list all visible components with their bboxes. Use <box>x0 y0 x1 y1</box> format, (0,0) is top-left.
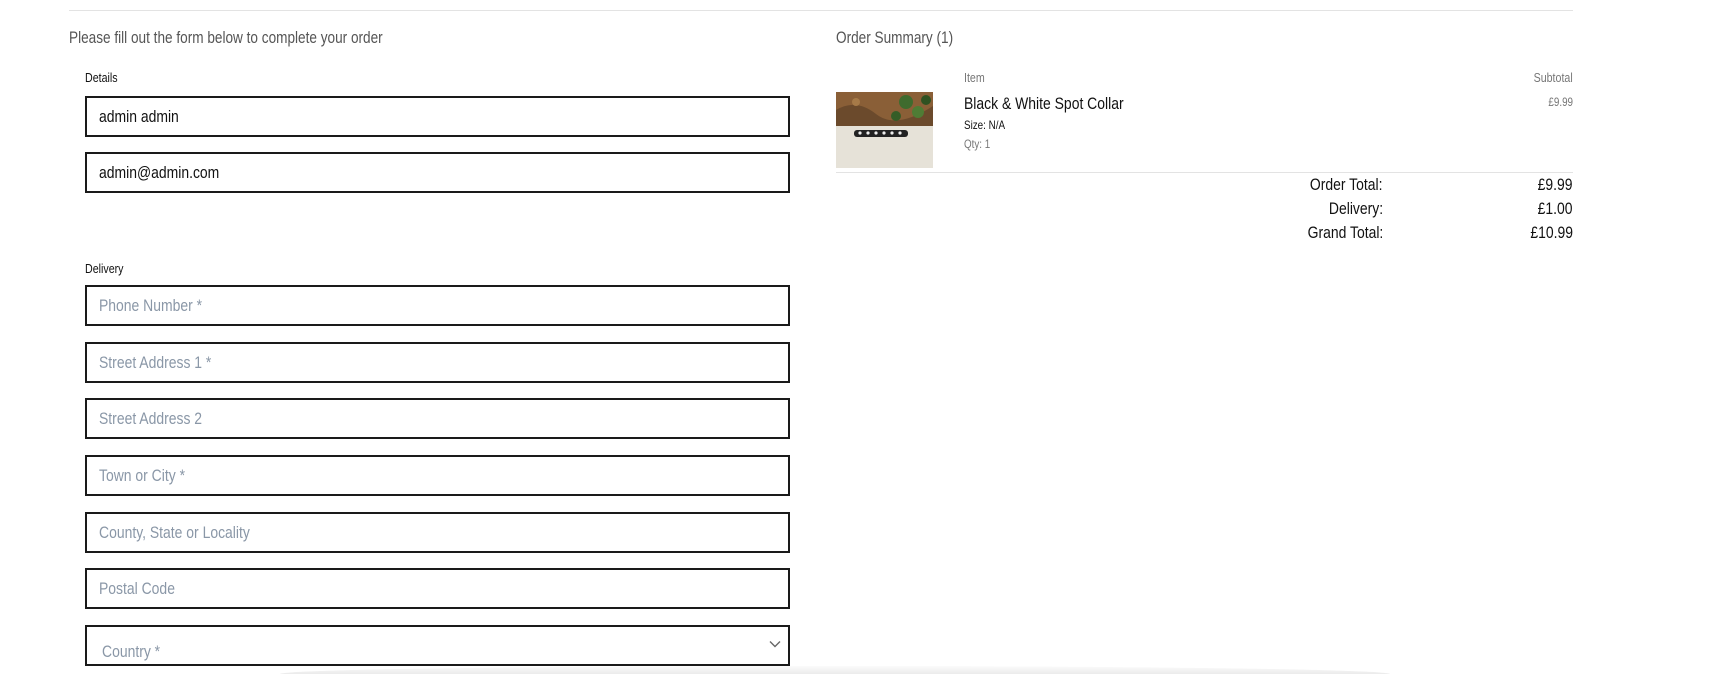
country-placeholder: Country * <box>102 642 161 661</box>
email-value: admin@admin.com <box>99 162 220 182</box>
town-city-placeholder: Town or City * <box>99 465 185 485</box>
postal-code-placeholder: Postal Code <box>99 578 175 598</box>
email-field[interactable]: admin@admin.com <box>85 152 790 193</box>
order-total-label: Order Total: <box>1310 175 1383 194</box>
delivery-label: Delivery <box>85 261 124 276</box>
item-name: Black & White Spot Collar <box>964 94 1124 113</box>
bottom-shadow <box>280 666 1390 674</box>
phone-number-placeholder: Phone Number * <box>99 295 203 315</box>
item-qty: Qty: 1 <box>964 137 991 151</box>
order-summary-title: Order Summary (1) <box>836 28 954 47</box>
county-field[interactable]: County, State or Locality <box>85 512 790 553</box>
item-size: Size: N/A <box>964 118 1006 132</box>
divider <box>69 10 1573 11</box>
grand-total-value: £10.99 <box>1530 223 1573 242</box>
delivery-cost-value: £1.00 <box>1538 199 1573 218</box>
item-subtotal: £9.99 <box>1548 95 1573 109</box>
phone-number-field[interactable]: Phone Number * <box>85 285 790 326</box>
form-intro: Please fill out the form below to comple… <box>69 28 383 47</box>
subtotal-column-header: Subtotal <box>1533 70 1573 85</box>
product-image[interactable] <box>836 92 933 168</box>
street-address-2-placeholder: Street Address 2 <box>99 408 203 428</box>
full-name-field[interactable]: admin admin <box>85 96 790 137</box>
postal-code-field[interactable]: Postal Code <box>85 568 790 609</box>
order-total-value: £9.99 <box>1538 175 1573 194</box>
street-address-2-field[interactable]: Street Address 2 <box>85 398 790 439</box>
full-name-value: admin admin <box>99 106 179 126</box>
street-address-1-field[interactable]: Street Address 1 * <box>85 342 790 383</box>
delivery-cost-label: Delivery: <box>1328 199 1383 218</box>
country-select[interactable]: Country * <box>85 625 790 666</box>
checkout-page: Please fill out the form below to comple… <box>0 0 1723 674</box>
summary-divider <box>836 172 1573 173</box>
chevron-down-icon <box>768 637 782 651</box>
county-placeholder: County, State or Locality <box>99 522 250 542</box>
street-address-1-placeholder: Street Address 1 * <box>99 352 212 372</box>
details-label: Details <box>85 70 118 85</box>
town-city-field[interactable]: Town or City * <box>85 455 790 496</box>
item-column-header: Item <box>964 70 985 85</box>
grand-total-label: Grand Total: <box>1307 223 1383 242</box>
